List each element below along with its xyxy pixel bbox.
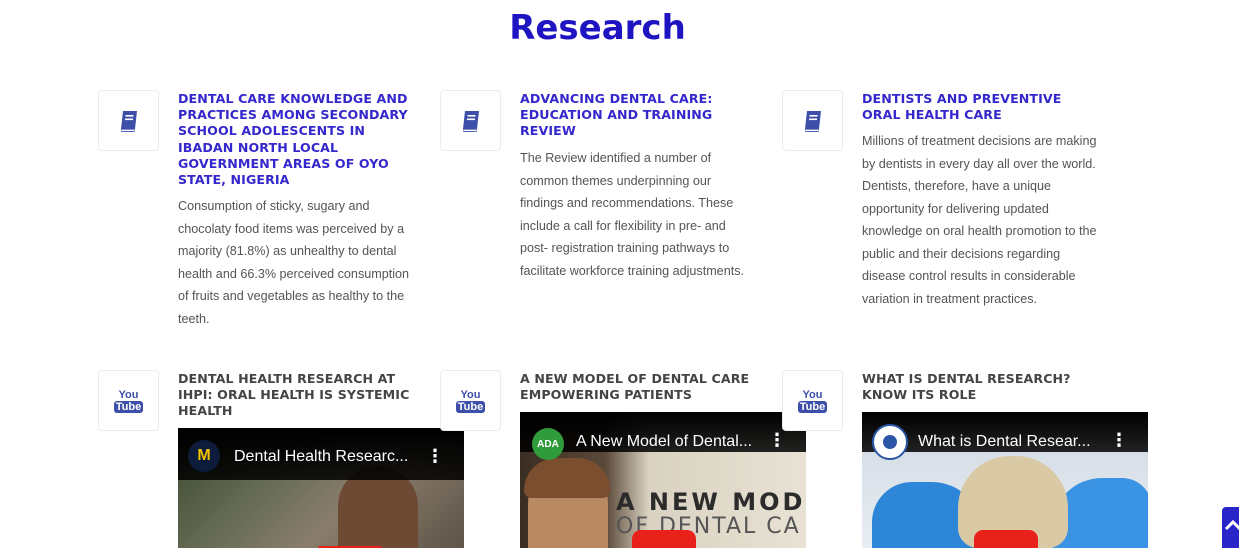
youtube-icon: You Tube — [797, 388, 828, 413]
youtube-icon: You Tube — [113, 388, 144, 413]
card-3-title[interactable]: DENTISTS AND PREVENTIVE ORAL HEALTH CARE — [862, 91, 1087, 123]
card-2-text: The Review identified a number of common… — [520, 151, 744, 278]
video-3-video-title[interactable]: What is Dental Resear... — [918, 433, 1091, 451]
section-title: Research — [509, 8, 686, 48]
card-1-title[interactable]: DENTAL CARE KNOWLEDGE AND PRACTICES AMON… — [178, 91, 418, 188]
michigan-medicine-logo: M — [188, 440, 220, 472]
card-2-title[interactable]: ADVANCING DENTAL CARE: EDUCATION AND TRA… — [520, 91, 760, 140]
video-3-icon-box: You Tube — [782, 370, 843, 431]
card-3-text: Millions of treatment decisions are maki… — [862, 134, 1097, 306]
card-1-text: Consumption of sticky, sugary and chocol… — [178, 199, 410, 326]
video-2-player[interactable]: ADA A New Model of Dental... ⋮ A NEW MOD… — [520, 412, 806, 548]
book-icon — [120, 110, 137, 132]
video-2-overlay-line1: A NEW MOD — [616, 488, 806, 516]
arrow-up-icon — [1224, 519, 1239, 531]
video-2-video-title[interactable]: A New Model of Dental... — [576, 433, 752, 451]
more-options-icon[interactable]: ⋮ — [1110, 432, 1128, 450]
youtube-icon-top: You — [460, 388, 481, 401]
card-2-icon-box — [440, 90, 501, 151]
book-icon — [804, 110, 821, 132]
video-2-person-hair — [524, 458, 610, 498]
video-3-title: WHAT IS DENTAL RESEARCH? KNOW ITS ROLE — [862, 371, 1071, 403]
scroll-to-top-button[interactable] — [1222, 507, 1239, 548]
youtube-icon-bottom: Tube — [113, 400, 144, 413]
card-1-icon-box — [98, 90, 159, 151]
play-button-icon[interactable] — [974, 530, 1038, 548]
book-icon — [462, 110, 479, 132]
video-2-icon-box: You Tube — [440, 370, 501, 431]
youtube-icon-top: You — [118, 388, 139, 401]
youtube-icon-bottom: Tube — [797, 400, 828, 413]
video-1-player[interactable]: M Dental Health Researc... ⋮ — [178, 428, 464, 548]
youtube-icon: You Tube — [455, 388, 486, 413]
play-button-icon[interactable] — [632, 530, 696, 548]
video-1-video-title[interactable]: Dental Health Researc... — [234, 448, 408, 466]
channel-logo — [872, 424, 908, 460]
video-2-title: A NEW MODEL OF DENTAL CARE EMPOWERING PA… — [520, 371, 750, 403]
video-1-title: DENTAL HEALTH RESEARCH AT IHPI: ORAL HEA… — [178, 371, 410, 419]
video-1-icon-box: You Tube — [98, 370, 159, 431]
more-options-icon[interactable]: ⋮ — [768, 432, 786, 450]
card-3-icon-box — [782, 90, 843, 151]
video-3-player[interactable]: What is Dental Resear... ⋮ — [862, 412, 1148, 548]
channel-logo-icon — [883, 435, 897, 449]
youtube-icon-bottom: Tube — [455, 400, 486, 413]
ada-logo-text: ADA — [537, 438, 559, 450]
ada-logo: ADA — [532, 428, 564, 460]
more-options-icon[interactable]: ⋮ — [426, 448, 444, 466]
youtube-icon-top: You — [802, 388, 823, 401]
